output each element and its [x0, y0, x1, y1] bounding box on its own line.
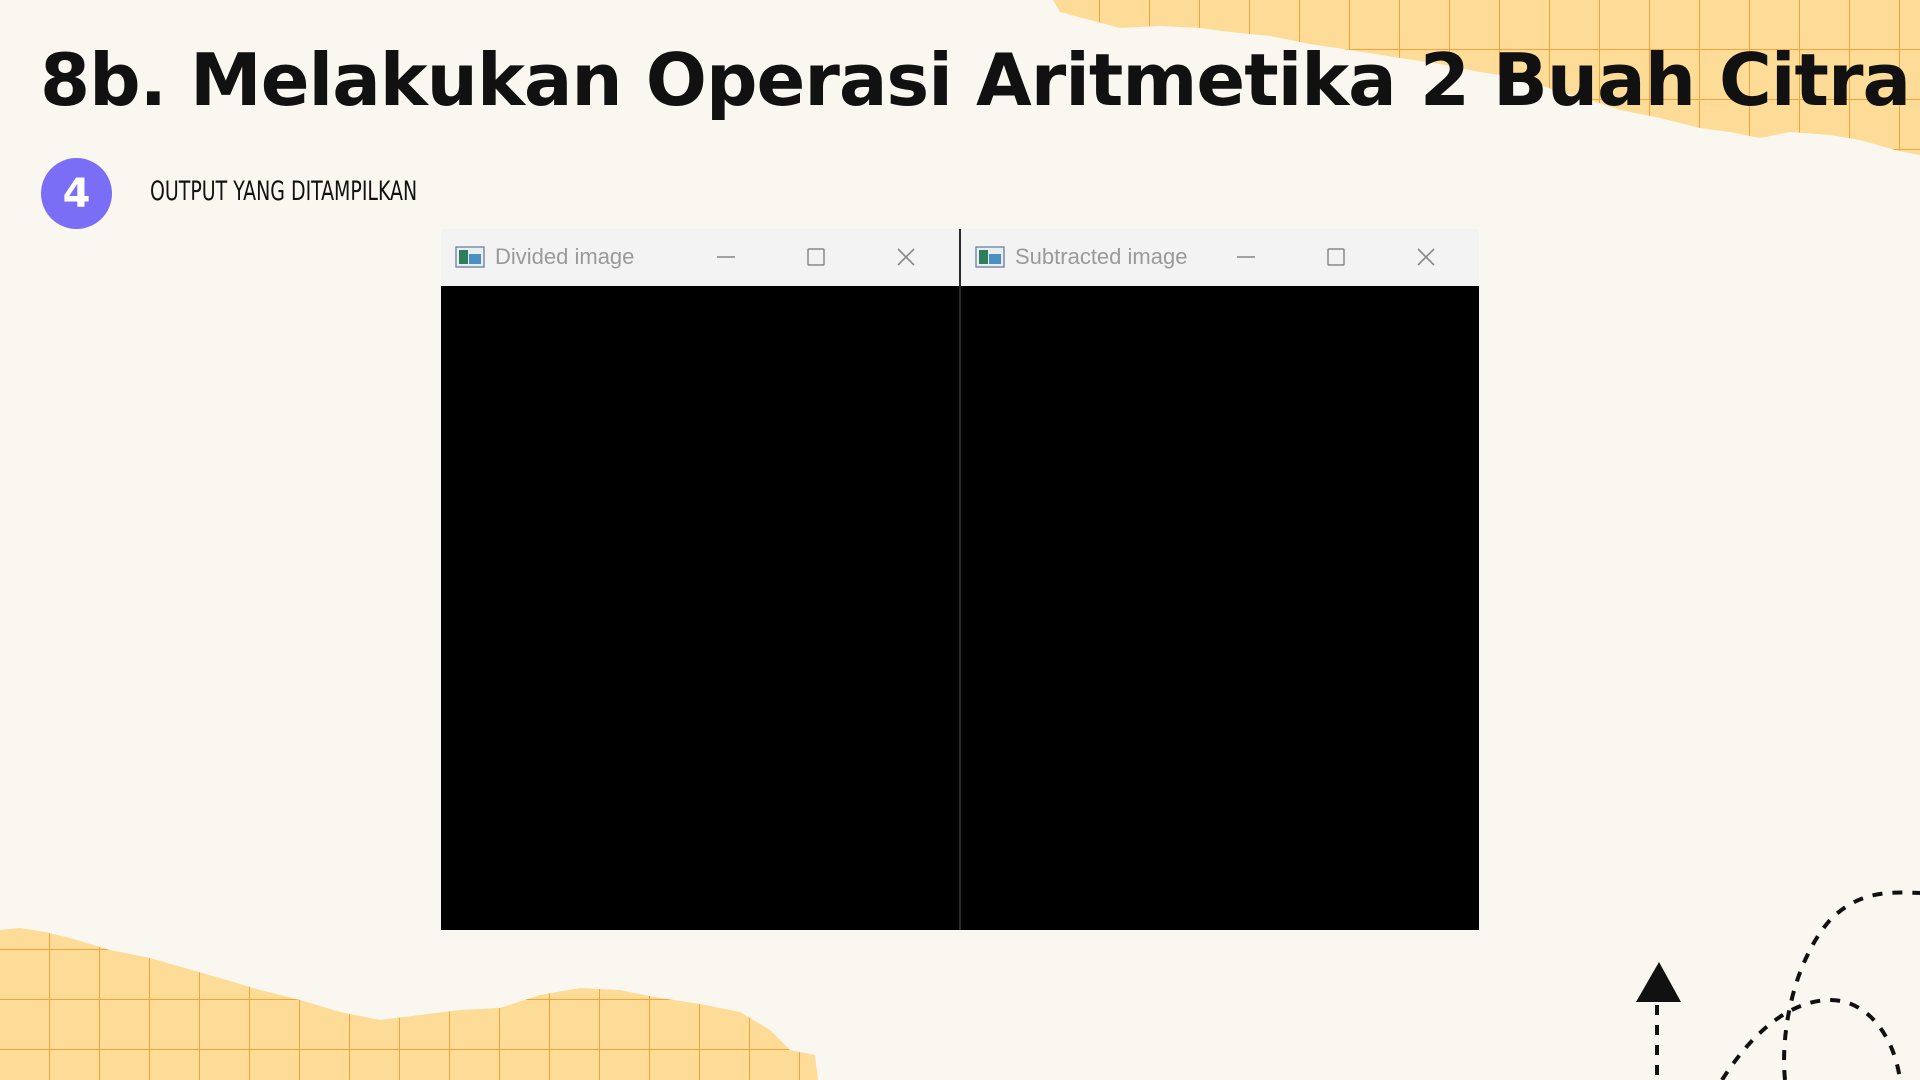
- divided-image-window: Divided image: [441, 229, 959, 930]
- divided-image-canvas: [441, 286, 959, 930]
- minimize-icon: [717, 256, 735, 258]
- maximize-icon: [1327, 248, 1345, 266]
- output-screenshot: Divided image Subtracted image: [441, 229, 1479, 930]
- step-number-badge: 4: [41, 158, 112, 229]
- maximize-button[interactable]: [1313, 239, 1359, 275]
- minimize-button[interactable]: [703, 239, 749, 275]
- window-titlebar[interactable]: Subtracted image: [961, 229, 1479, 286]
- arrow-head-icon: [1636, 962, 1681, 1002]
- maximize-button[interactable]: [793, 239, 839, 275]
- maximize-icon: [807, 248, 825, 266]
- window-title: Divided image: [495, 244, 635, 269]
- close-button[interactable]: [1403, 239, 1449, 275]
- grid-paper-bottom-left: [0, 928, 818, 1080]
- image-window-icon: [455, 246, 485, 268]
- close-icon: [1417, 248, 1435, 266]
- image-window-icon: [975, 246, 1005, 268]
- minimize-button[interactable]: [1223, 239, 1269, 275]
- window-titlebar[interactable]: Divided image: [441, 229, 959, 286]
- subtracted-image-canvas: [961, 286, 1479, 930]
- window-title: Subtracted image: [1015, 244, 1188, 269]
- subtracted-image-window: Subtracted image: [961, 229, 1479, 930]
- close-button[interactable]: [883, 239, 929, 275]
- step-label: OUTPUT YANG DITAMPILKAN: [150, 176, 418, 207]
- close-icon: [897, 248, 915, 266]
- slide-title: 8b. Melakukan Operasi Aritmetika 2 Buah …: [40, 38, 1911, 122]
- minimize-icon: [1237, 256, 1255, 258]
